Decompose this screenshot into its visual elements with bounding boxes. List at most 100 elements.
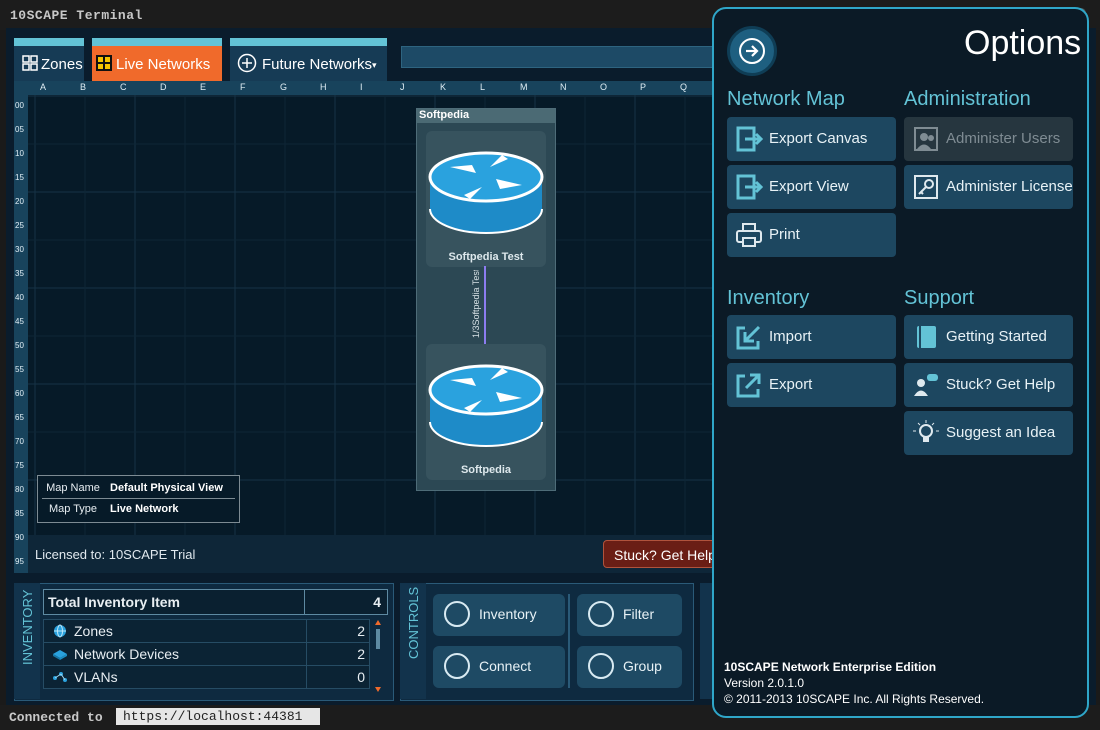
ruler-column-label: H [320,82,327,92]
button-label: Export Canvas [769,130,868,147]
help-person-icon [914,374,938,396]
ruler-column-label: N [560,82,567,92]
section-support: Support [904,287,975,309]
import-button[interactable]: Import [727,315,896,359]
button-label: Group [623,658,662,674]
stuck-get-help-button[interactable]: Stuck? Get Help [603,540,723,568]
button-label: Administer Users [946,130,1061,147]
ruler-row-label: 05 [15,125,24,134]
button-label: Suggest an Idea [946,424,1056,441]
copyright-text: © 2011-2013 10SCAPE Inc. All Rights Rese… [724,692,985,706]
tab-future-networks[interactable]: Future Networks ▾ [230,38,387,81]
ruler-row-label: 50 [15,341,24,350]
ruler-column-label: C [120,82,127,92]
controls-side-tab[interactable]: CONTROLS [400,583,426,699]
map-type-key: Map Type [48,503,98,515]
administer-license-button[interactable]: Administer License [904,165,1073,209]
router-node[interactable]: Softpedia Test [426,131,546,267]
pie-icon [588,601,614,627]
export-canvas-button[interactable]: Export Canvas [727,117,896,161]
ruler-row-label: 25 [15,221,24,230]
grid-icon [96,55,112,71]
ruler-column-label: F [240,82,246,92]
node-label: Softpedia [460,464,512,476]
row-label: VLANs [74,669,118,685]
search-input[interactable] [401,46,713,68]
ruler-top: A B C D E F G H I J K L M N O P Q [14,81,712,95]
row-value: 2 [357,623,365,639]
printer-icon [736,223,762,247]
edition-name: 10SCAPE Network Enterprise Edition [724,660,937,674]
filter-button[interactable]: Filter [577,594,682,636]
ruler-column-label: E [200,82,207,92]
ruler-column-label: B [80,82,87,92]
globe-icon [54,624,66,638]
row-value: 0 [357,669,365,685]
router-node[interactable]: Softpedia [426,344,546,480]
export-button[interactable]: Export [727,363,896,407]
ruler-row-label: 55 [15,365,24,374]
connected-label: Connected to [9,710,103,725]
inventory-row-vlans[interactable]: VLANs 0 [43,665,370,689]
grid-icon [22,55,38,71]
tab-zones[interactable]: Zones [14,38,84,81]
ruler-column-label: I [360,82,363,92]
button-label: Export [769,376,813,393]
chevron-down-icon[interactable]: ▾ [372,60,377,71]
server-url: https://localhost:44381 [116,708,320,725]
ruler-row-label: 90 [15,533,24,542]
ruler-row-label: 45 [15,317,24,326]
inventory-row-zones[interactable]: Zones 2 [43,619,370,643]
export-icon [736,126,763,152]
ruler-row-label: 10 [15,149,24,158]
section-network-map: Network Map [727,88,845,110]
lightbulb-icon [913,420,939,442]
map-type-row: Map Type Live Network [42,500,235,519]
ruler-column-label: O [600,82,608,92]
import-icon [736,325,761,350]
ruler-column-label: A [40,82,47,92]
router-icon [428,364,544,447]
print-button[interactable]: Print [727,213,896,257]
vlan-icon [53,672,67,682]
export-icon [736,373,761,398]
controls-divider [568,594,570,688]
ruler-row-label: 00 [15,101,24,110]
connect-button[interactable]: Connect [433,646,565,688]
group-title: Softpedia [417,109,555,123]
inventory-scrollbar[interactable] [372,620,384,694]
inventory-side-tab[interactable]: INVENTORY [14,583,40,699]
ruler-row-label: 85 [15,509,24,518]
map-name-key: Map Name [46,482,100,494]
legend-side-tab[interactable] [700,583,712,699]
ruler-column-label: D [160,82,167,92]
ruler-row-label: 40 [15,293,24,302]
button-label: Filter [623,606,655,622]
ruler-column-label: J [400,82,405,92]
stuck-get-help-option-button[interactable]: Stuck? Get Help [904,363,1073,407]
users-icon [914,127,938,151]
button-label: Inventory [479,606,537,622]
ruler-column-label: Q [680,82,688,92]
inventory-total-row: Total Inventory Item 4 [43,589,388,615]
ruler-row-label: 15 [15,173,24,182]
ruler-row-label: 65 [15,413,24,422]
ruler-row-label: 70 [15,437,24,446]
total-value: 4 [373,594,381,610]
button-label: Administer License [946,178,1073,195]
button-label: Print [769,226,800,243]
inventory-row-network-devices[interactable]: Network Devices 2 [43,642,370,666]
window-title: 10SCAPE Terminal [10,8,143,23]
suggest-idea-button[interactable]: Suggest an Idea [904,411,1073,455]
getting-started-button[interactable]: Getting Started [904,315,1073,359]
ruler-row-label: 80 [15,485,24,494]
back-button[interactable] [727,26,777,76]
inventory-button[interactable]: Inventory [433,594,565,636]
administer-users-button[interactable]: Administer Users [904,117,1073,161]
group-button[interactable]: Group [577,646,682,688]
tab-live-networks[interactable]: Live Networks [92,38,222,81]
export-view-button[interactable]: Export View [727,165,896,209]
ruler-column-label: L [480,82,486,92]
total-label: Total Inventory Item [48,594,180,610]
ruler-column-label: M [520,82,528,92]
